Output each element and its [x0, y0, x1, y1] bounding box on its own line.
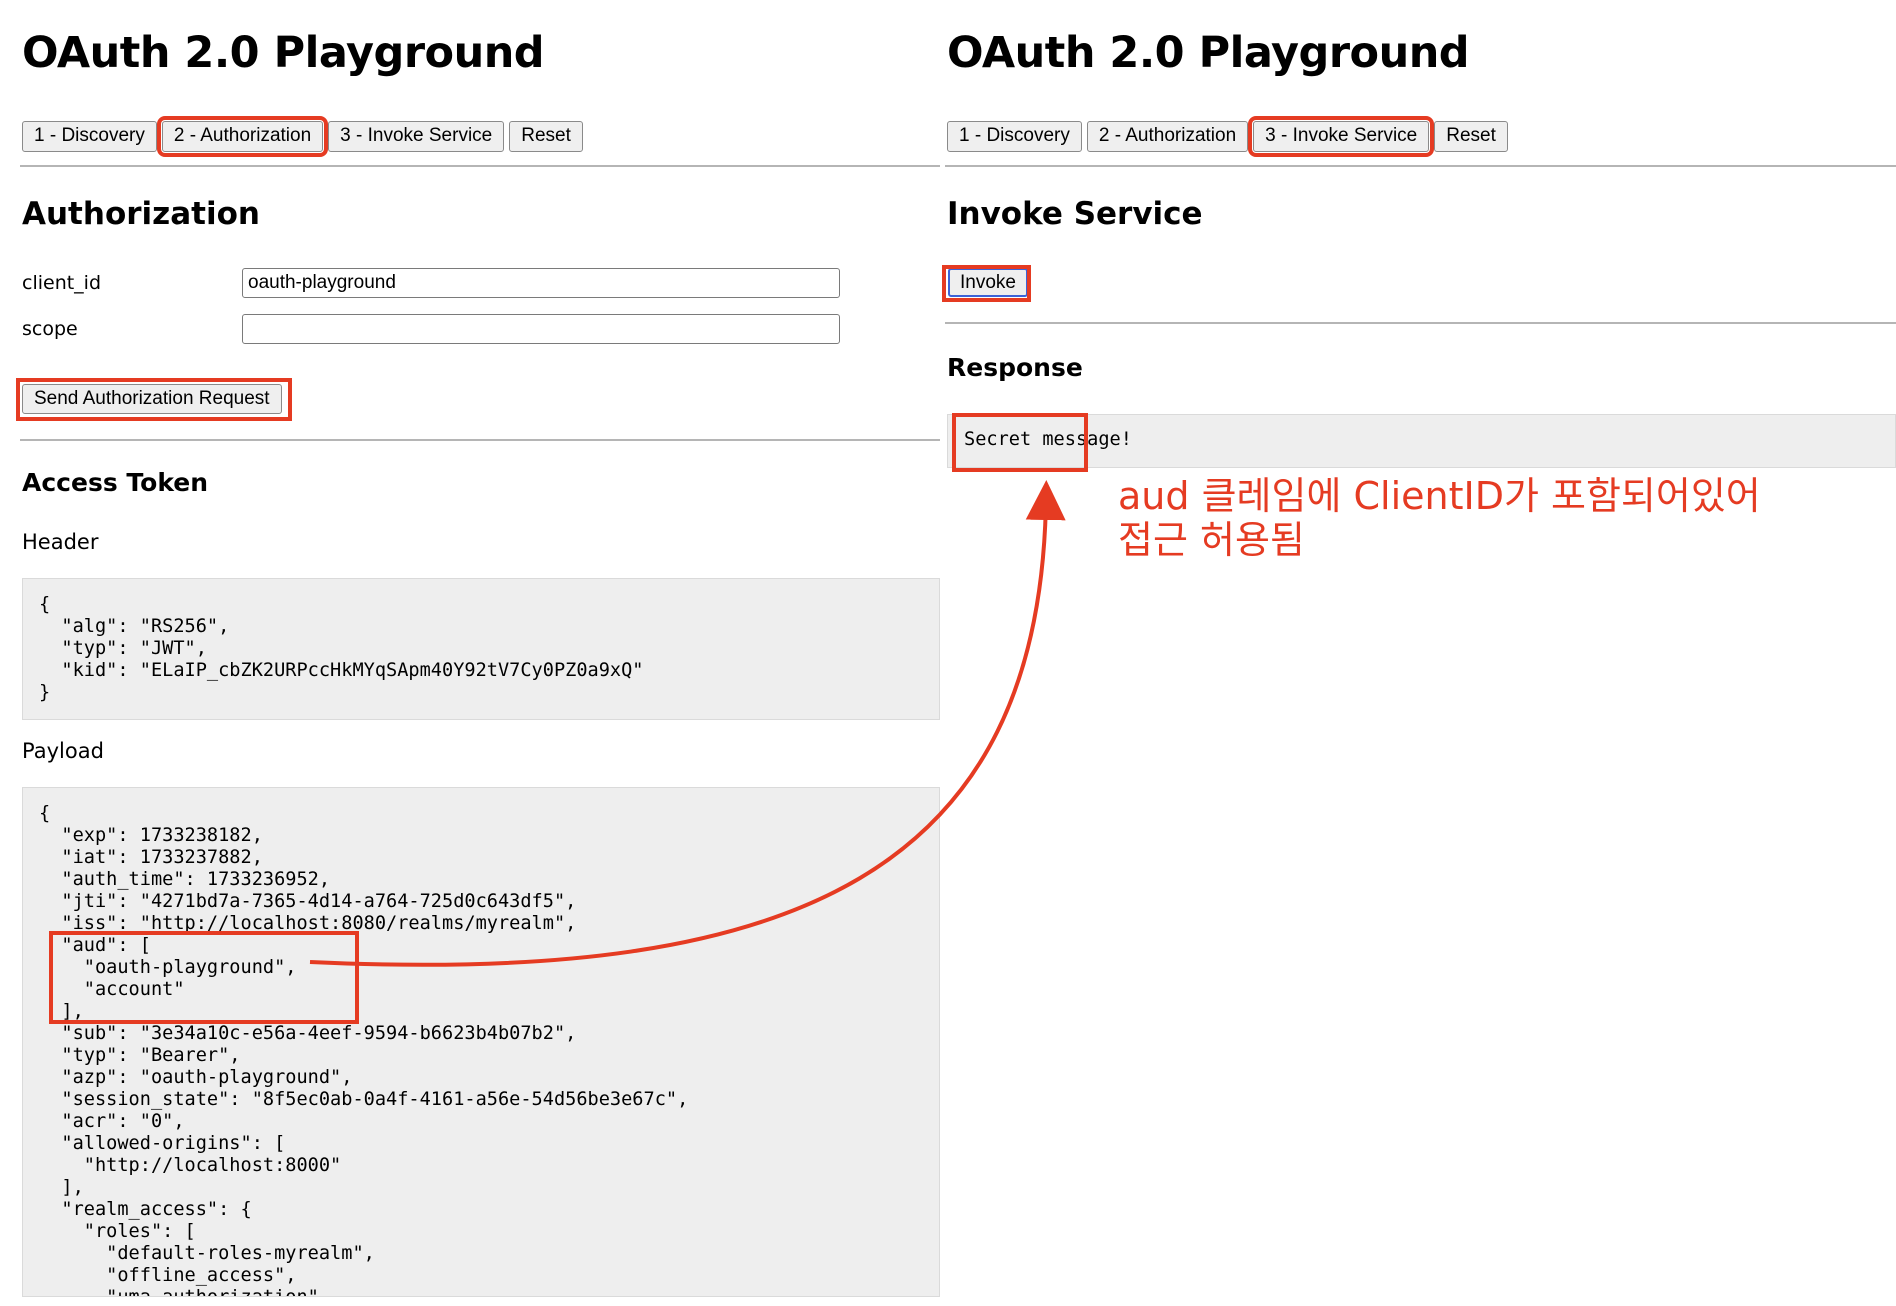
page-title: OAuth 2.0 Playground [22, 28, 545, 78]
divider [20, 165, 940, 167]
highlight-box-invoke [942, 265, 1031, 302]
divider [20, 439, 940, 441]
tab-invoke-service[interactable]: 3 - Invoke Service [1248, 116, 1435, 157]
highlight-box-aud [49, 931, 359, 1024]
annotation-text: aud 클레임에 ClientID가 포함되어있어 접근 허용됨 [1118, 474, 1761, 562]
left-panel: OAuth 2.0 Playground 1 - Discovery 2 - A… [0, 0, 940, 1306]
annotation-line-2: 접근 허용됨 [1118, 518, 1305, 562]
client-id-label: client_id [22, 272, 102, 294]
tab-bar: 1 - Discovery 2 - Authorization 3 - Invo… [947, 116, 1508, 157]
highlight-box-response [952, 413, 1088, 472]
header-label: Header [22, 530, 99, 554]
payload-label: Payload [22, 739, 104, 763]
tab-authorization[interactable]: 2 - Authorization [156, 116, 329, 157]
divider [945, 165, 1896, 167]
section-title: Authorization [22, 196, 260, 232]
section-title: Invoke Service [947, 196, 1203, 232]
response-output: Secret message! [947, 414, 1896, 468]
divider [945, 322, 1896, 324]
reset-button[interactable]: Reset [1434, 121, 1508, 152]
payload-code-block: { "exp": 1733238182, "iat": 1733237882, … [22, 787, 940, 1297]
tab-discovery[interactable]: 1 - Discovery [22, 121, 157, 152]
highlight-box-send-button [16, 378, 292, 421]
reset-button[interactable]: Reset [509, 121, 583, 152]
scope-label: scope [22, 318, 78, 340]
tab-authorization[interactable]: 2 - Authorization [1086, 121, 1249, 152]
access-token-title: Access Token [22, 468, 209, 497]
page-title: OAuth 2.0 Playground [947, 28, 1470, 78]
annotation-line-1: aud 클레임에 ClientID가 포함되어있어 [1118, 474, 1761, 518]
scope-field[interactable] [242, 314, 840, 344]
tab-bar: 1 - Discovery 2 - Authorization 3 - Invo… [22, 116, 583, 157]
client-id-field[interactable]: oauth-playground [242, 268, 840, 298]
tab-invoke-service[interactable]: 3 - Invoke Service [328, 121, 505, 152]
right-panel: OAuth 2.0 Playground 1 - Discovery 2 - A… [925, 0, 1896, 1306]
header-code-block: { "alg": "RS256", "typ": "JWT", "kid": "… [22, 578, 940, 720]
response-title: Response [947, 353, 1083, 382]
tab-discovery[interactable]: 1 - Discovery [947, 121, 1082, 152]
